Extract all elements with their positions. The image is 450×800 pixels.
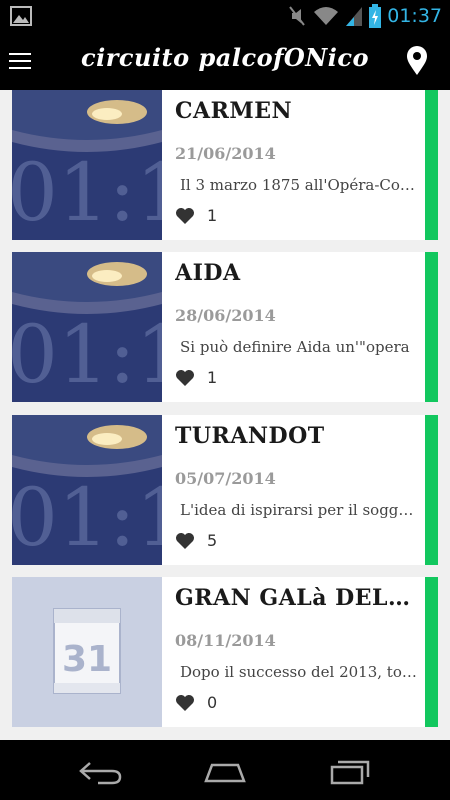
heart-icon[interactable] [175, 369, 195, 387]
svg-text:01:10: 01:10 [12, 146, 162, 239]
event-title: AIDA [175, 260, 241, 286]
recent-apps-icon[interactable] [328, 757, 374, 785]
event-snippet: Si può definire Aida un'"opera [180, 338, 410, 356]
like-count: 1 [207, 368, 218, 387]
signal-icon [346, 7, 363, 26]
accent-bar [425, 252, 438, 402]
event-snippet: Dopo il successo del 2013, torna [180, 663, 420, 681]
accent-bar [425, 577, 438, 727]
event-thumbnail: 01:10 [12, 252, 162, 402]
battery-charging-icon [369, 4, 382, 28]
heart-icon[interactable] [175, 694, 195, 712]
status-clock: 01:37 [387, 5, 442, 27]
like-count: 0 [207, 693, 218, 712]
app-bar: circuito palcofONico [0, 32, 450, 90]
like-count: 5 [207, 531, 218, 550]
heart-icon[interactable] [175, 207, 195, 225]
event-card-turandot[interactable]: 01:10 TURANDOT 05/07/2014 L'idea di ispi… [12, 415, 438, 565]
event-thumbnail: 01:10 [12, 90, 162, 240]
calendar-day: 31 [62, 639, 112, 680]
status-bar: 01:37 [0, 0, 450, 32]
event-thumbnail: 31 [12, 577, 162, 727]
calendar-icon: 31 [12, 577, 162, 727]
event-date: 21/06/2014 [175, 144, 276, 163]
like-count: 1 [207, 206, 218, 225]
gallery-icon [10, 6, 32, 26]
app-logo: circuito palcofONico [81, 43, 369, 72]
event-card-gran-gala[interactable]: 31 GRAN GALà DELLA LIRICA 08/11/2014 Dop… [12, 577, 438, 727]
back-icon[interactable] [78, 757, 124, 785]
svg-text:01:10: 01:10 [12, 308, 162, 401]
home-icon[interactable] [202, 757, 248, 785]
mute-icon [289, 6, 306, 26]
accent-bar [425, 90, 438, 240]
event-card-aida[interactable]: 01:10 AIDA 28/06/2014 Si può definire Ai… [12, 252, 438, 402]
system-nav-bar [0, 740, 450, 800]
event-title: CARMEN [175, 98, 293, 124]
event-date: 28/06/2014 [175, 306, 276, 325]
svg-text:01:10: 01:10 [12, 471, 162, 564]
event-card-carmen[interactable]: 01:10 CARMEN 21/06/2014 Il 3 marzo 1875 … [12, 90, 438, 240]
event-snippet: Il 3 marzo 1875 all'Opéra-Comique [180, 176, 420, 194]
map-pin-icon[interactable] [406, 46, 428, 76]
accent-bar [425, 415, 438, 565]
event-snippet: L'idea di ispirarsi per il soggetto [180, 501, 420, 519]
event-title: TURANDOT [175, 423, 325, 449]
event-title: GRAN GALà DELLA LIRICA [175, 585, 420, 611]
event-likes[interactable]: 5 [175, 531, 217, 550]
event-likes[interactable]: 0 [175, 693, 217, 712]
event-date: 05/07/2014 [175, 469, 276, 488]
event-likes[interactable]: 1 [175, 368, 217, 387]
event-likes[interactable]: 1 [175, 206, 217, 225]
heart-icon[interactable] [175, 532, 195, 550]
event-thumbnail: 01:10 [12, 415, 162, 565]
event-list[interactable]: 01:10 CARMEN 21/06/2014 Il 3 marzo 1875 … [0, 90, 450, 740]
event-date: 08/11/2014 [175, 631, 276, 650]
wifi-icon [314, 7, 339, 25]
